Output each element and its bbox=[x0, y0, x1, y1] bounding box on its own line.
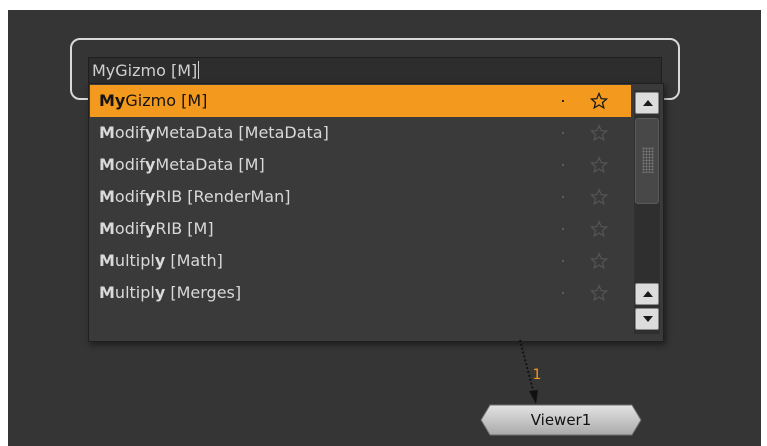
match-text: ultipl bbox=[114, 251, 155, 270]
match-text: RIB [RenderMan] bbox=[155, 187, 291, 206]
viewer-node-label: Viewer1 bbox=[530, 411, 592, 429]
arrow-up-icon[interactable] bbox=[635, 283, 659, 305]
match-text: MetaData [M] bbox=[155, 155, 265, 174]
separator-dot bbox=[562, 260, 564, 262]
separator-dot bbox=[562, 164, 564, 166]
star-icon[interactable] bbox=[588, 117, 610, 149]
match-bold-text: y bbox=[144, 155, 156, 174]
list-item-label: ModifyRIB [RenderMan] bbox=[99, 181, 290, 213]
star-icon[interactable] bbox=[588, 213, 610, 245]
scrollbar[interactable] bbox=[634, 90, 660, 334]
list-item-label: Multiply [Merges] bbox=[99, 277, 241, 309]
list-item-label: Multiply [Math] bbox=[99, 245, 223, 277]
star-icon[interactable] bbox=[588, 181, 610, 213]
separator-dot bbox=[562, 100, 564, 102]
match-bold-text: y bbox=[154, 283, 166, 302]
separator-dot bbox=[562, 228, 564, 230]
match-text: odif bbox=[114, 219, 145, 238]
match-bold-text: y bbox=[154, 251, 166, 270]
search-input-text: MyGizmo [M] bbox=[92, 61, 198, 80]
star-icon[interactable] bbox=[588, 277, 610, 309]
list-item[interactable]: ModifyMetaData [MetaData] bbox=[90, 117, 631, 149]
star-icon[interactable] bbox=[588, 245, 610, 277]
match-text: odif bbox=[114, 187, 145, 206]
match-bold-text: M bbox=[99, 187, 115, 206]
match-bold-text: M bbox=[99, 219, 115, 238]
match-text: ultipl bbox=[114, 283, 155, 302]
list-item[interactable]: Multiply [Merges] bbox=[90, 277, 631, 309]
list-item[interactable]: MyGizmo [M] bbox=[90, 85, 631, 117]
list-item[interactable]: ModifyMetaData [M] bbox=[90, 149, 631, 181]
match-bold-text: My bbox=[99, 91, 126, 110]
match-text: MetaData [MetaData] bbox=[155, 123, 329, 142]
match-bold-text: M bbox=[99, 155, 115, 174]
match-bold-text: M bbox=[99, 123, 115, 142]
search-input[interactable]: MyGizmo [M] bbox=[88, 57, 662, 85]
separator-dot bbox=[562, 196, 564, 198]
match-bold-text: M bbox=[99, 251, 115, 270]
results-list: MyGizmo [M] ModifyMetaData [MetaData] Mo… bbox=[90, 85, 631, 309]
list-item-label: MyGizmo [M] bbox=[99, 85, 207, 117]
match-text: [Merges] bbox=[165, 283, 242, 302]
grip-icon bbox=[642, 147, 654, 173]
viewer-input-number: 1 bbox=[532, 367, 542, 383]
text-caret bbox=[198, 61, 200, 79]
star-icon[interactable] bbox=[588, 85, 610, 117]
match-bold-text: y bbox=[144, 123, 156, 142]
match-bold-text: M bbox=[99, 283, 115, 302]
match-text: [Math] bbox=[165, 251, 223, 270]
match-text: RIB [M] bbox=[155, 219, 214, 238]
list-item[interactable]: Multiply [Math] bbox=[90, 245, 631, 277]
list-item-label: ModifyRIB [M] bbox=[99, 213, 214, 245]
list-item[interactable]: ModifyRIB [RenderMan] bbox=[90, 181, 631, 213]
match-text: Gizmo bbox=[125, 91, 176, 110]
star-icon[interactable] bbox=[588, 149, 610, 181]
match-bold-text: y bbox=[144, 219, 156, 238]
list-item-label: ModifyMetaData [MetaData] bbox=[99, 117, 329, 149]
match-bold-text: y bbox=[144, 187, 156, 206]
match-text: odif bbox=[114, 155, 145, 174]
arrow-down-icon[interactable] bbox=[635, 308, 659, 330]
arrow-up-icon[interactable] bbox=[635, 92, 659, 114]
separator-dot bbox=[562, 292, 564, 294]
list-item-label: ModifyMetaData [M] bbox=[99, 149, 265, 181]
autocomplete-dropdown: MyGizmo [M] ModifyMetaData [MetaData] Mo… bbox=[88, 83, 664, 342]
scrollbar-thumb[interactable] bbox=[635, 118, 659, 204]
match-text: odif bbox=[114, 123, 145, 142]
separator-dot bbox=[562, 132, 564, 134]
match-text: [M] bbox=[175, 91, 208, 110]
viewer-node[interactable]: Viewer1 bbox=[480, 404, 642, 436]
list-item[interactable]: ModifyRIB [M] bbox=[90, 213, 631, 245]
